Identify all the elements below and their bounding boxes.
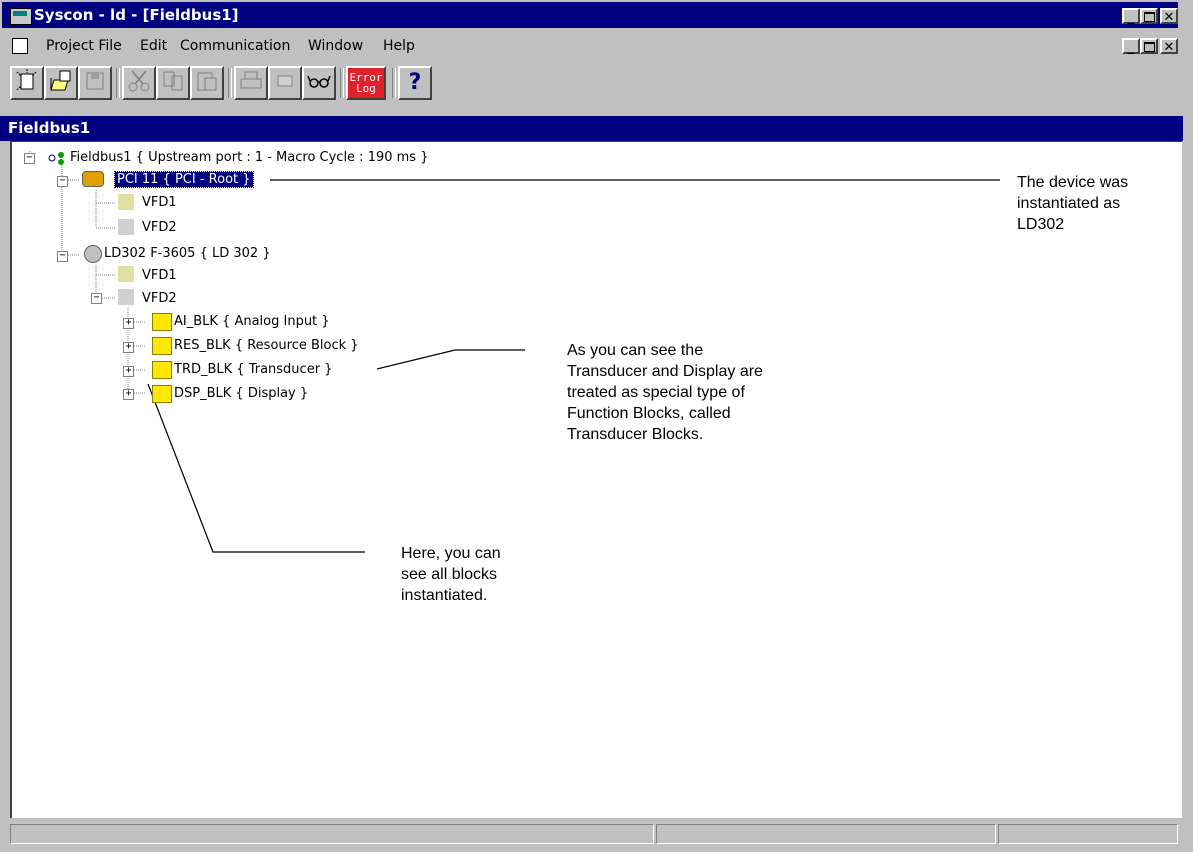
tree-node-block[interactable]: TRD_BLK { Transducer }	[174, 362, 332, 377]
annotation-blocks: Here, you can see all blocks instantiate…	[401, 543, 501, 606]
vfd-icon	[118, 266, 134, 282]
annotation-line: The device was	[1017, 174, 1129, 191]
function-block-icon	[152, 337, 172, 355]
tree-node-pci-vfd2[interactable]: VFD2	[142, 220, 177, 235]
tree-node-pci[interactable]: PCI 11 { PCI - Root }	[114, 171, 254, 188]
tree-root-fieldbus1[interactable]: Fieldbus1 { Upstream port : 1 - Macro Cy…	[70, 150, 428, 165]
tree-node-ld302[interactable]: LD302 F-3605 { LD 302 }	[104, 246, 271, 261]
annotation-line: treated as special type of	[567, 384, 745, 401]
collapse-toggle[interactable]: −	[57, 251, 68, 262]
function-block-icon	[152, 313, 172, 331]
blocks-annotation-line	[147, 383, 365, 553]
vfd-icon	[118, 289, 134, 305]
vfd-icon	[118, 194, 134, 210]
annotation-line: LD302	[1017, 216, 1065, 233]
annotation-line: instantiated.	[401, 587, 488, 604]
tree-node-block[interactable]: RES_BLK { Resource Block }	[174, 338, 359, 353]
annotation-line: instantiated as	[1017, 195, 1121, 212]
status-pane	[998, 824, 1178, 844]
annotation-line: Function Blocks, called	[567, 405, 731, 422]
expand-toggle[interactable]: +	[123, 366, 134, 377]
transducer-annotation-line	[376, 349, 525, 370]
annotation-line: Transducer and Display are	[567, 363, 763, 380]
status-pane-main	[10, 824, 654, 844]
tree-node-ld-vfd1[interactable]: VFD1	[142, 268, 177, 283]
application-window: Syscon - ld - [Fieldbus1] _ ✕ Project Fi…	[0, 0, 1193, 852]
annotation-transducer: As you can see the Transducer and Displa…	[567, 340, 763, 445]
function-block-icon	[152, 361, 172, 379]
fieldbus-network-icon	[48, 152, 64, 165]
collapse-toggle[interactable]: −	[91, 293, 102, 304]
collapse-toggle[interactable]: −	[57, 176, 68, 187]
pci-card-icon	[82, 171, 104, 187]
expand-toggle[interactable]: +	[123, 389, 134, 400]
function-block-icon	[152, 385, 172, 403]
expand-toggle[interactable]: +	[123, 342, 134, 353]
tree-node-block[interactable]: AI_BLK { Analog Input }	[174, 314, 330, 329]
annotation-line: Here, you can	[401, 545, 501, 562]
tree-node-block[interactable]: DSP_BLK { Display }	[174, 386, 308, 401]
tree-node-pci-vfd1[interactable]: VFD1	[142, 195, 177, 210]
collapse-toggle[interactable]: −	[24, 153, 35, 164]
annotation-device: The device was instantiated as LD302	[1017, 172, 1128, 235]
expand-toggle[interactable]: +	[123, 318, 134, 329]
annotation-line: see all blocks	[401, 566, 498, 583]
vfd-icon	[118, 219, 134, 235]
device-icon	[84, 245, 102, 263]
tree-node-ld-vfd2[interactable]: VFD2	[142, 291, 177, 306]
status-bar	[10, 824, 1180, 846]
annotation-line: Transducer Blocks.	[567, 426, 704, 443]
annotation-line: As you can see the	[567, 342, 704, 359]
status-pane	[656, 824, 996, 844]
